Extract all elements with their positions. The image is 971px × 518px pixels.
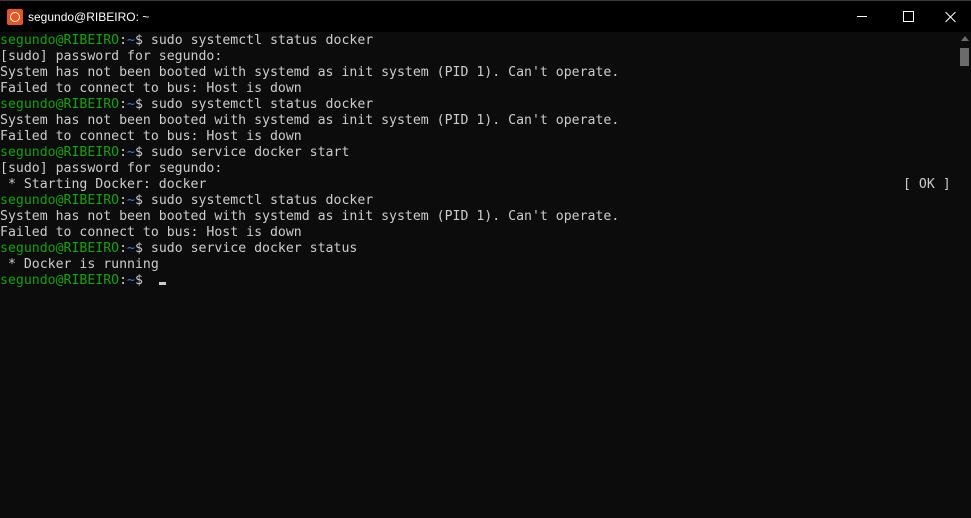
terminal-output[interactable]: segundo@RIBEIRO:~$ sudo systemctl status… — [0, 32, 958, 518]
prompt-user-host: segundo@RIBEIRO — [0, 193, 120, 208]
prompt-path: ~ — [127, 145, 135, 160]
prompt-symbol: $ — [135, 97, 151, 112]
output-line: * Docker is running — [0, 257, 958, 273]
title-bar[interactable]: segundo@RIBEIRO: ~ — [0, 0, 971, 32]
prompt-symbol: $ — [135, 193, 151, 208]
prompt-colon: : — [119, 33, 128, 48]
prompt-colon: : — [119, 193, 128, 208]
command-line: segundo@RIBEIRO:~$ sudo systemctl status… — [0, 33, 958, 49]
output-line: System has not been booted with systemd … — [0, 209, 958, 225]
command-line: segundo@RIBEIRO:~$ sudo service docker s… — [0, 241, 958, 257]
output-text: * Docker is running — [0, 257, 159, 272]
close-button[interactable] — [928, 1, 971, 32]
output-text: System has not been booted with systemd … — [0, 209, 620, 224]
prompt-path: ~ — [127, 193, 135, 208]
close-icon — [945, 11, 957, 23]
output-line: [sudo] password for segundo: — [0, 161, 958, 177]
output-text: [sudo] password for segundo: — [0, 49, 223, 64]
prompt-path: ~ — [127, 241, 135, 256]
prompt-colon: : — [119, 241, 128, 256]
command-text: sudo service docker status — [150, 241, 358, 256]
output-line: Failed to connect to bus: Host is down — [0, 129, 958, 145]
output-line: [sudo] password for segundo: — [0, 49, 958, 65]
prompt-user-host: segundo@RIBEIRO — [0, 241, 120, 256]
ubuntu-icon[interactable] — [7, 9, 23, 25]
output-text: * Starting Docker: docker — [0, 177, 207, 192]
output-line: System has not been booted with systemd … — [0, 113, 958, 129]
command-line: segundo@RIBEIRO:~$ sudo systemctl status… — [0, 193, 958, 209]
prompt-symbol: $ — [135, 241, 151, 256]
command-text: sudo systemctl status docker — [150, 33, 374, 48]
prompt-path: ~ — [127, 273, 135, 288]
maximize-icon — [902, 11, 914, 22]
prompt-colon: : — [119, 145, 128, 160]
terminal-window: segundo@RIBEIRO: ~ segundo@RIBEIRO:~$ su… — [0, 0, 971, 518]
active-prompt-line: segundo@RIBEIRO:~$ — [0, 273, 958, 289]
output-line: Failed to connect to bus: Host is down — [0, 225, 958, 241]
prompt-symbol: $ — [135, 33, 151, 48]
prompt-user-host: segundo@RIBEIRO — [0, 145, 120, 160]
prompt-user-host: segundo@RIBEIRO — [0, 97, 120, 112]
output-text: System has not been booted with systemd … — [0, 65, 620, 80]
prompt-path: ~ — [127, 97, 135, 112]
vertical-scrollbar[interactable] — [958, 32, 971, 518]
window-title: segundo@RIBEIRO: ~ — [28, 10, 150, 24]
minimize-icon — [857, 16, 867, 17]
prompt-path: ~ — [127, 33, 135, 48]
scrollbar-thumb[interactable] — [960, 48, 969, 66]
prompt-user-host: segundo@RIBEIRO — [0, 273, 120, 288]
output-text: Failed to connect to bus: Host is down — [0, 129, 302, 144]
output-text: System has not been booted with systemd … — [0, 113, 620, 128]
command-text: sudo systemctl status docker — [150, 193, 374, 208]
command-line: segundo@RIBEIRO:~$ sudo systemctl status… — [0, 97, 958, 113]
output-line: Failed to connect to bus: Host is down — [0, 81, 958, 97]
scroll-up-arrow-icon[interactable] — [961, 36, 969, 41]
prompt-symbol: $ — [135, 273, 151, 288]
prompt-colon: : — [119, 97, 128, 112]
output-line: * Starting Docker: docker [ OK ] — [0, 177, 958, 193]
text-cursor — [158, 282, 166, 285]
minimize-button[interactable] — [839, 1, 885, 32]
prompt-user-host: segundo@RIBEIRO — [0, 33, 120, 48]
output-text: Failed to connect to bus: Host is down — [0, 81, 302, 96]
output-text: Failed to connect to bus: Host is down — [0, 225, 302, 240]
prompt-symbol: $ — [135, 145, 151, 160]
status-ok-label: [ OK ] — [903, 177, 951, 192]
command-text: sudo service docker start — [150, 145, 350, 160]
prompt-colon: : — [119, 273, 128, 288]
command-text: sudo systemctl status docker — [150, 97, 374, 112]
output-text: [sudo] password for segundo: — [0, 161, 223, 176]
command-line: segundo@RIBEIRO:~$ sudo service docker s… — [0, 145, 958, 161]
maximize-button[interactable] — [885, 1, 931, 32]
output-line: System has not been booted with systemd … — [0, 65, 958, 81]
